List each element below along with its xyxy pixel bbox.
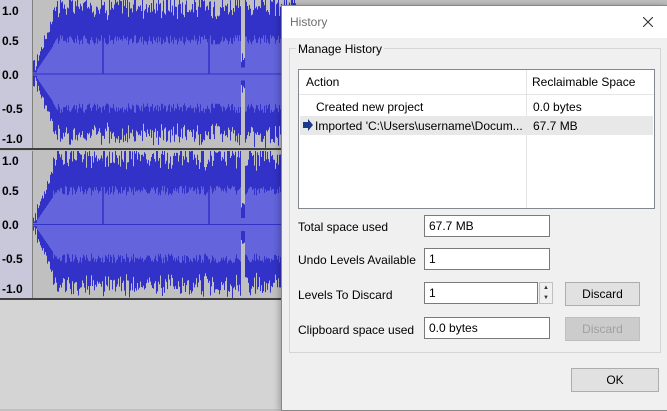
discard-button[interactable]: Discard [565, 282, 640, 306]
empty-track-area[interactable] [0, 300, 300, 409]
waveform-area[interactable] [33, 0, 300, 148]
close-icon [643, 17, 653, 27]
discard-clipboard-button[interactable]: Discard [565, 317, 640, 341]
history-dialog: History Manage History Action Reclaimabl… [281, 5, 667, 411]
waveform [33, 0, 300, 148]
vertical-ruler: 1.0 0.5 0.0 -0.5 -1.0 [0, 151, 33, 298]
space-cell: 67.7 MB [533, 119, 578, 133]
total-space-field: 67.7 MB [424, 215, 550, 237]
column-header-reclaimable-space[interactable]: Reclaimable Space [532, 75, 635, 89]
action-cell: Imported 'C:\Users\username\Docum... [315, 119, 523, 133]
ruler-tick: -0.5 [2, 102, 23, 116]
close-button[interactable] [628, 6, 667, 38]
space-cell: 0.0 bytes [533, 100, 582, 114]
ok-button[interactable]: OK [571, 368, 659, 392]
dialog-title: History [290, 15, 328, 29]
action-cell: Created new project [316, 100, 424, 114]
ruler-tick: 0.5 [2, 184, 19, 198]
levels-to-discard-label: Levels To Discard [298, 288, 393, 302]
ruler-tick: -1.0 [2, 282, 23, 296]
vertical-ruler: 1.0 0.5 0.0 -0.5 -1.0 [0, 0, 33, 148]
total-space-value: 67.7 MB [429, 219, 474, 233]
column-header-action[interactable]: Action [306, 75, 339, 89]
ruler-tick: 1.0 [2, 154, 19, 168]
track-separator [0, 148, 300, 150]
waveform-area[interactable] [33, 151, 300, 298]
group-label: Manage History [296, 42, 385, 56]
clipboard-space-field: 0.0 bytes [424, 317, 550, 339]
audio-track-left[interactable]: 1.0 0.5 0.0 -0.5 -1.0 [0, 0, 300, 148]
levels-to-discard-value: 1 [429, 286, 436, 300]
list-header: Action Reclaimable Space [299, 70, 654, 95]
audio-track-right[interactable]: 1.0 0.5 0.0 -0.5 -1.0 [0, 151, 300, 298]
undo-levels-value: 1 [429, 252, 436, 266]
spin-up-icon[interactable]: ▲ [540, 283, 552, 293]
column-divider [526, 70, 527, 208]
undo-levels-label: Undo Levels Available [298, 253, 416, 267]
dialog-titlebar[interactable]: History [282, 6, 667, 38]
ruler-tick: 0.0 [2, 68, 19, 82]
levels-spinner[interactable]: ▲ ▼ [539, 282, 553, 304]
ruler-tick: 1.0 [2, 4, 19, 18]
undo-levels-field: 1 [424, 248, 550, 270]
current-state-arrow-icon [303, 119, 313, 131]
waveform [33, 151, 300, 298]
ruler-tick: 0.5 [2, 34, 19, 48]
history-list[interactable]: Action Reclaimable Space Created new pro… [298, 69, 655, 209]
total-space-label: Total space used [298, 220, 389, 234]
spin-down-icon[interactable]: ▼ [540, 293, 552, 303]
ruler-tick: -0.5 [2, 252, 23, 266]
ruler-tick: -1.0 [2, 132, 23, 146]
ruler-tick: 0.0 [2, 218, 19, 232]
clipboard-space-label: Clipboard space used [298, 323, 415, 337]
clipboard-space-value: 0.0 bytes [429, 321, 478, 335]
list-item[interactable]: Created new project 0.0 bytes [300, 97, 653, 116]
list-item[interactable]: Imported 'C:\Users\username\Docum... 67.… [300, 116, 653, 135]
levels-to-discard-input[interactable]: 1 [424, 282, 538, 304]
